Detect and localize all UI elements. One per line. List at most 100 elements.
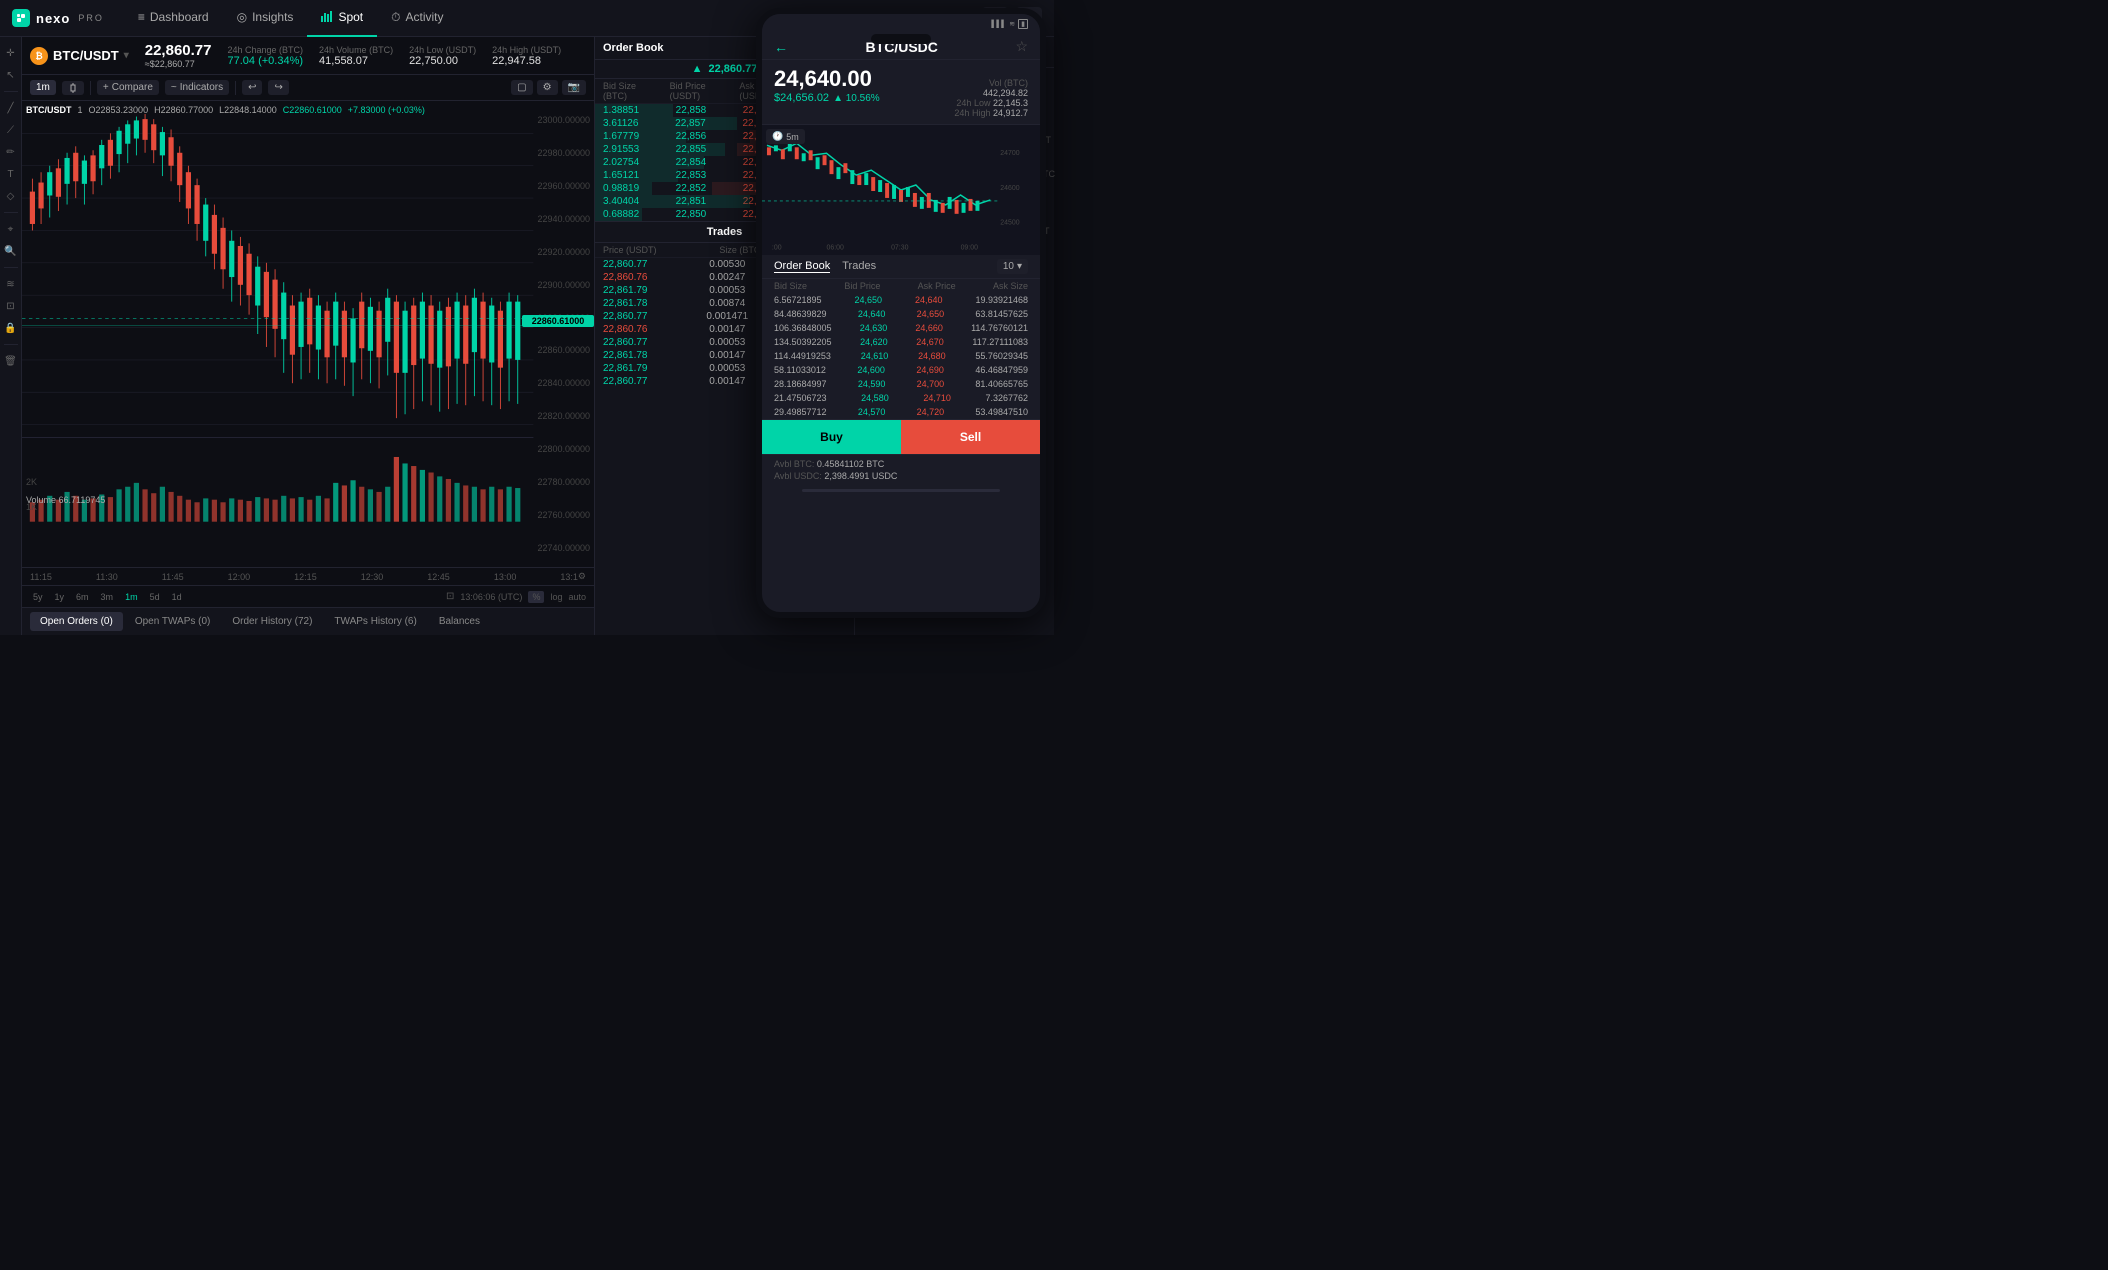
logo[interactable]: nexo PRO [12,9,104,27]
mob-ob-count-chevron: ▾ [1017,261,1022,272]
brush-tool[interactable]: ✏ [3,144,19,160]
nav-item-dashboard[interactable]: ≡ Dashboard [124,0,223,37]
nav-item-spot[interactable]: Spot [307,0,377,37]
period-1y[interactable]: 1y [52,591,68,603]
mob-col-bid-price: Bid Price [844,281,880,291]
zoom-tool[interactable]: 🔍 [3,243,19,259]
tab-balances[interactable]: Balances [429,612,490,631]
mob-avbl-usdc-value: 2,398.4991 USDC [824,471,897,481]
chart-log-btn[interactable]: log [550,592,562,602]
mob-price-sub: $24,656.02 ▲ 10.56% [774,92,880,104]
cursor-tool[interactable]: ↖ [3,67,19,83]
chart-pct-btn[interactable]: % [528,591,544,603]
undo-btn[interactable]: ↩ [242,80,262,95]
settings-chart-btn[interactable]: ⚙ [537,80,558,95]
ticker-dropdown-icon[interactable]: ▾ [124,50,129,61]
ticker-low-value: 22,750.00 [409,55,476,67]
tab-open-orders[interactable]: Open Orders (0) [30,612,123,631]
text-tool[interactable]: T [3,166,19,182]
period-5y[interactable]: 5y [30,591,46,603]
ob-mid-arrow: ▲ [692,63,703,75]
ob-title: Order Book [603,42,664,54]
redo-btn[interactable]: ↪ [268,80,288,95]
fullscreen-rect-btn[interactable]: ▢ [511,80,532,95]
chart-restore-icon[interactable]: ⊡ [446,591,454,602]
chart-bottom-bar: 5y 1y 6m 3m 1m 5d 1d ⊡ 13:06:06 (UTC) % … [22,585,594,607]
current-price-line [22,325,522,326]
mob-avbl-btc: Avbl BTC: 0.45841102 BTC [774,459,1028,469]
delete-tool[interactable]: 🗑 [3,353,19,369]
mob-avbl-btc-label: Avbl BTC: [774,459,814,469]
channel-tool[interactable]: ⊡ [3,298,19,314]
screenshot-btn[interactable]: 📷 [562,80,586,95]
mob-vol-value: 442,294.82 [954,88,1028,98]
period-1m[interactable]: 1m [122,591,141,603]
line-tool[interactable]: ╱ [3,100,19,116]
period-6m[interactable]: 6m [73,591,92,603]
mob-ob-tab-orderbook[interactable]: Order Book [774,260,830,273]
ticker-low-stat: 24h Low (USDT) 22,750.00 [409,45,476,67]
ticker-high-label: 24h High (USDT) [492,45,561,55]
indicators-icon: ~ [171,82,177,93]
arrow-tool[interactable]: ⟋ [3,122,19,138]
candlestick-chart [22,101,594,567]
crosshair-tool[interactable]: ✛ [3,45,19,61]
compare-btn[interactable]: + Compare [97,80,159,95]
ob-mid-price: 22,860.77 [708,63,757,75]
lock-tool[interactable]: 🔒 [3,320,19,336]
tool-divider-1 [4,91,18,92]
tab-open-twaps[interactable]: Open TWAPs (0) [125,612,221,631]
mob-price: 24,640.00 [774,66,880,92]
nav-item-activity[interactable]: ⏱ Activity [377,0,457,37]
ticker-bar: ₿ BTC/USDT ▾ 22,860.77 ≈$22,860.77 24h C… [22,37,594,75]
mob-24h-high: 24,912.7 [993,108,1028,118]
mob-24h-low: 22,145.3 [993,98,1028,108]
mob-timeframe-btn[interactable]: 🕐 5m [766,129,805,144]
mob-ob-count-selector[interactable]: 10 ▾ [997,259,1028,274]
mob-back-btn[interactable]: ← [774,39,788,55]
compare-label: Compare [112,82,153,93]
left-toolbar: ✛ ↖ ╱ ⟋ ✏ T ◇ ⌖ 🔍 ≋ ⊡ 🔒 🗑 [0,37,22,635]
tool-divider-3 [4,267,18,268]
ohlc-low: L22848.14000 [219,105,277,115]
chart-reset-btn[interactable]: ⚙ [578,571,586,582]
mob-ob-tab-trades[interactable]: Trades [842,260,876,273]
mob-favorite-btn[interactable]: ☆ [1015,38,1028,55]
indicators-btn[interactable]: ~ Indicators [165,80,229,95]
pattern-tool[interactable]: ◇ [3,188,19,204]
mob-ob-row: 29.49857712 24,570 24,720 53.49847510 [762,405,1040,419]
mob-buy-btn[interactable]: Buy [762,420,901,454]
mob-price-change: ▲ 10.56% [833,93,880,104]
indicators-label: Indicators [180,82,223,93]
timeframe-1m-btn[interactable]: 1m [30,80,56,95]
ticker-high-stat: 24h High (USDT) 22,947.58 [492,45,561,67]
ticker-pair[interactable]: ₿ BTC/USDT ▾ [30,47,129,65]
ticker-high-value: 22,947.58 [492,55,561,67]
logo-icon [12,9,30,27]
mob-ob-tabs: Order Book Trades [774,260,876,273]
chart-area: ₿ BTC/USDT ▾ 22,860.77 ≈$22,860.77 24h C… [22,37,594,635]
period-1d[interactable]: 1d [169,591,185,603]
mob-ob-count-val: 10 [1003,261,1014,272]
toolbar-sep-2 [235,81,236,95]
measure-tool[interactable]: ⌖ [3,221,19,237]
ticker-change-stat: 24h Change (BTC) 77.04 (+0.34%) [227,45,303,67]
vol-1k: 1K [26,502,37,512]
mob-timeframe-label: 5m [786,132,799,142]
nav-item-insights[interactable]: ◎ Insights [223,0,308,37]
mob-battery-icon: ▮ [1018,19,1028,29]
mob-sell-btn[interactable]: Sell [901,420,1040,454]
tab-twaps-history[interactable]: TWAPs History (6) [324,612,426,631]
ticker-volume-stat: 24h Volume (BTC) 41,558.07 [319,45,393,67]
candle-type-btn[interactable] [62,81,84,95]
period-5d[interactable]: 5d [147,591,163,603]
nav-label-insights: Insights [252,10,293,24]
nav-label-spot: Spot [338,10,363,24]
tab-order-history[interactable]: Order History (72) [222,612,322,631]
period-3m[interactable]: 3m [98,591,117,603]
chart-canvas[interactable]: BTC/USDT 1 O22853.23000 H22860.77000 L22… [22,101,594,567]
ohlc-high: H22860.77000 [154,105,213,115]
mob-ob-row: 6.56721895 24,650 24,640 19.93921468 [762,293,1040,307]
fib-tool[interactable]: ≋ [3,276,19,292]
chart-auto-btn[interactable]: auto [568,592,586,602]
